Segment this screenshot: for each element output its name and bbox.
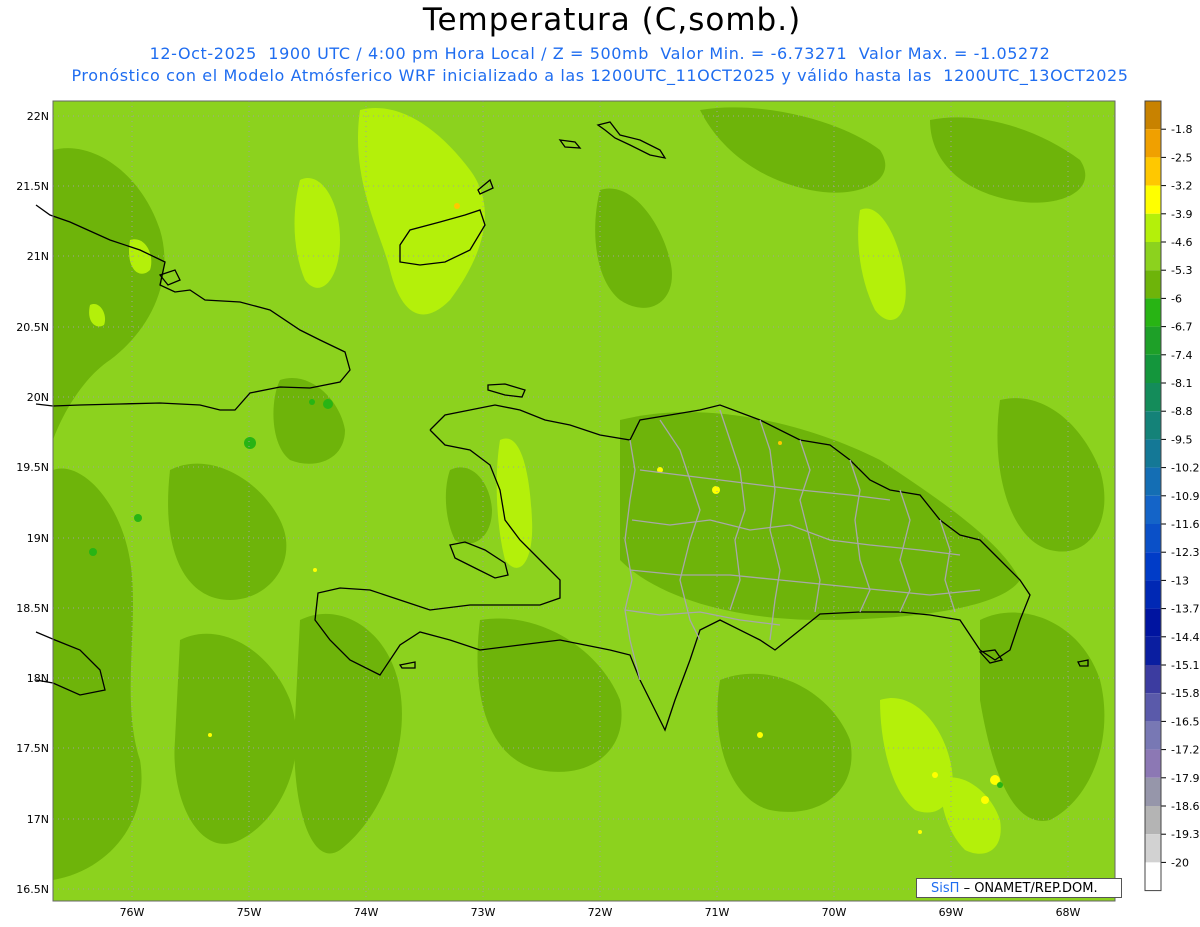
colorbar-swatch: [1145, 354, 1161, 383]
colorbar-label: -10.2: [1171, 462, 1199, 475]
colorbar-swatch: [1145, 777, 1161, 806]
colorbar-label: -16.5: [1171, 715, 1199, 728]
lon-tick-label: 76W: [120, 906, 145, 919]
lat-tick-label: 21N: [27, 250, 49, 263]
lat-tick-label: 17.5N: [16, 742, 49, 755]
colorbar-label: -17.2: [1171, 744, 1199, 757]
colorbar-label: -17.9: [1171, 772, 1199, 785]
lon-tick-label: 69W: [939, 906, 964, 919]
colorbar-swatch: [1145, 862, 1161, 891]
colorbar-label: -5.3: [1171, 264, 1192, 277]
lat-tick-label: 19.5N: [16, 461, 49, 474]
map-plot-area: [35, 100, 1116, 902]
colorbar-label: -19.3: [1171, 828, 1199, 841]
colorbar-swatch: [1145, 129, 1161, 158]
colorbar-label: -13.7: [1171, 603, 1199, 616]
colorbar-swatch: [1145, 213, 1161, 242]
colorbar-label: -3.9: [1171, 208, 1192, 221]
colorbar-swatch: [1145, 270, 1161, 299]
sispi-logo-text: SisΠ: [931, 881, 960, 896]
colorbar-swatch: [1145, 157, 1161, 186]
colorbar-label: -10.9: [1171, 490, 1199, 503]
colorbar-swatch: [1145, 411, 1161, 440]
lat-tick-label: 16.5N: [16, 883, 49, 896]
lat-tick-label: 18N: [27, 672, 49, 685]
lon-tick-label: 73W: [471, 906, 496, 919]
lat-tick-label: 22N: [27, 110, 49, 123]
colorbar-swatch: [1145, 636, 1161, 665]
colorbar-label: -20: [1171, 856, 1189, 869]
lat-tick-label: 19N: [27, 532, 49, 545]
colorbar-swatch: [1145, 383, 1161, 412]
colorbar-label: -7.4: [1171, 349, 1192, 362]
colorbar-label: -8.1: [1171, 377, 1192, 390]
colorbar-label: -8.8: [1171, 405, 1192, 418]
temperature-map: 22N 21.5N 21N 20.5N 20N 19.5N 19N 18.5N …: [16, 100, 1199, 919]
colorbar-swatch: [1145, 326, 1161, 355]
colorbar-swatch: [1145, 834, 1161, 863]
colorbar-swatch: [1145, 665, 1161, 694]
colorbar-swatch: [1145, 552, 1161, 581]
credit-box: SisΠ – ONAMET/REP.DOM.: [916, 878, 1122, 898]
colorbar-swatch: [1145, 467, 1161, 496]
colorbar-swatch: [1145, 608, 1161, 637]
colorbar-swatch: [1145, 806, 1161, 835]
colorbar-swatch: [1145, 185, 1161, 214]
colorbar-swatch: [1145, 495, 1161, 524]
lat-tick-label: 18.5N: [16, 602, 49, 615]
lat-tick-label: 20.5N: [16, 321, 49, 334]
lon-tick-label: 74W: [354, 906, 379, 919]
colorbar-label: -3.2: [1171, 180, 1192, 193]
colorbar-label: -13: [1171, 574, 1189, 587]
colorbar-swatch: [1145, 298, 1161, 327]
lat-tick-label: 21.5N: [16, 180, 49, 193]
colorbar-label: -15.8: [1171, 687, 1199, 700]
colorbar-label: -15.1: [1171, 659, 1199, 672]
colorbar-label: -18.6: [1171, 800, 1199, 813]
colorbar-swatch: [1145, 524, 1161, 553]
colorbar-label: -6.7: [1171, 321, 1192, 334]
lat-tick-label: 20N: [27, 391, 49, 404]
colorbar-swatch: [1145, 101, 1161, 130]
colorbar-label: -4.6: [1171, 236, 1192, 249]
colorbar-swatch: [1145, 721, 1161, 750]
colorbar-label: -1.8: [1171, 123, 1192, 136]
colorbar-swatch: [1145, 749, 1161, 778]
colorbar-label: -14.4: [1171, 631, 1199, 644]
lat-tick-label: 17N: [27, 813, 49, 826]
colorbar-label: -11.6: [1171, 518, 1199, 531]
colorbar-swatch: [1145, 242, 1161, 271]
colorbar-swatch: [1145, 439, 1161, 468]
lon-tick-label: 68W: [1056, 906, 1081, 919]
lon-tick-label: 70W: [822, 906, 847, 919]
credit-text: – ONAMET/REP.DOM.: [963, 881, 1098, 896]
colorbar-label: -6: [1171, 292, 1182, 305]
lat-axis: 22N 21.5N 21N 20.5N 20N 19.5N 19N 18.5N …: [16, 110, 49, 896]
colorbar-legend: -1.8 -2.5 -3.2 -3.9 -4.6 -5.3 -6 -6.7 -7.4 -8.1 -8…: [1144, 100, 1199, 892]
colorbar-label: -12.3: [1171, 546, 1199, 559]
colorbar-swatch: [1145, 693, 1161, 722]
colorbar-label: -2.5: [1171, 151, 1192, 164]
lon-axis: 76W 75W 74W 73W 72W 71W 70W 69W 68W: [120, 906, 1081, 919]
lon-tick-label: 71W: [705, 906, 730, 919]
colorbar-swatch: [1145, 580, 1161, 609]
colorbar-label: -9.5: [1171, 433, 1192, 446]
lon-tick-label: 72W: [588, 906, 613, 919]
lon-tick-label: 75W: [237, 906, 262, 919]
